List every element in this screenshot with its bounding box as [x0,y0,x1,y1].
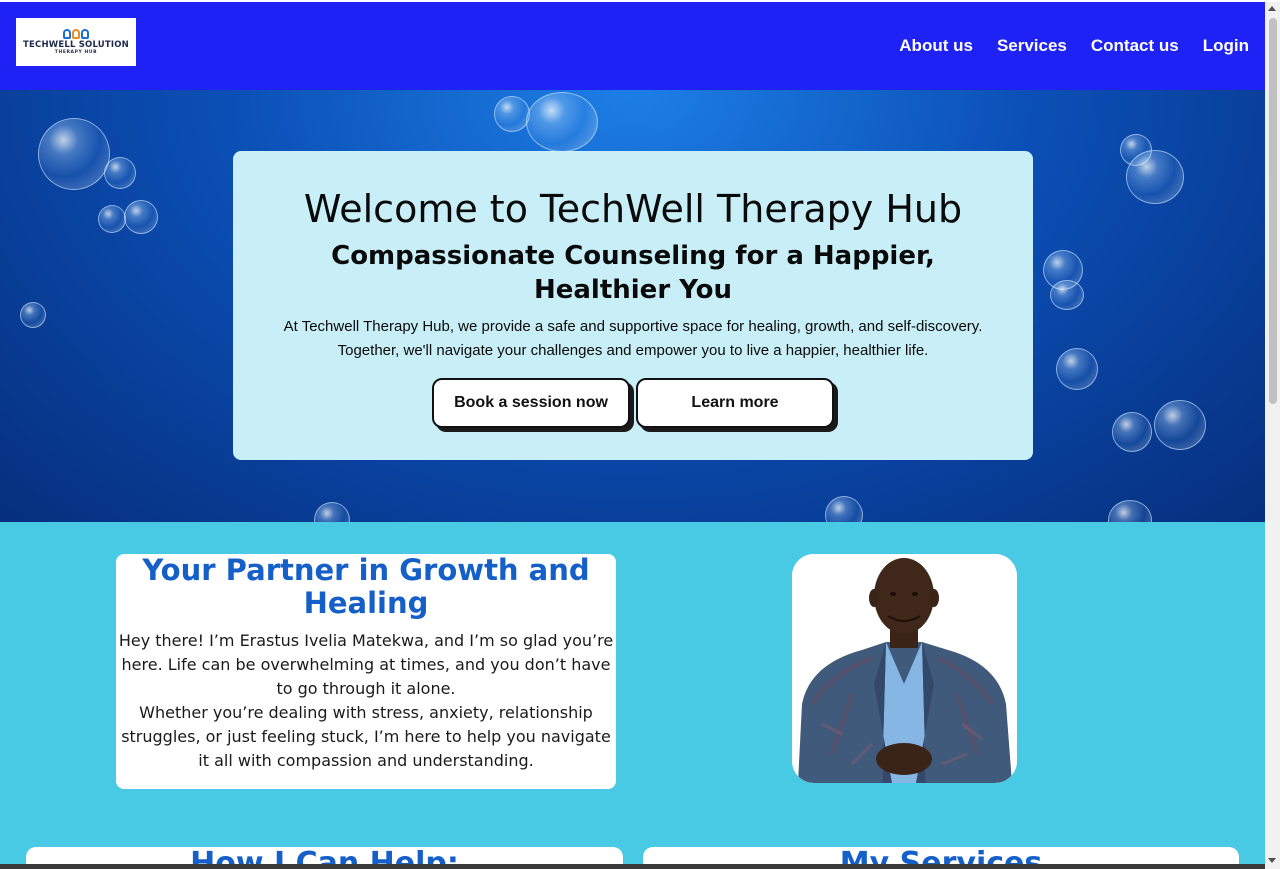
bubble-decoration [1108,500,1152,522]
hero-title: Welcome to TechWell Therapy Hub [303,187,963,231]
bubble-decoration [1154,400,1206,450]
bubble-decoration [1112,412,1152,452]
nav-contact-us[interactable]: Contact us [1091,36,1179,56]
hero-subtitle: Compassionate Counseling for a Happier, … [331,241,935,305]
bubble-decoration [98,205,126,233]
partner-section: Your Partner in Growth and Healing Hey t… [0,522,1265,822]
bubble-decoration [314,502,350,522]
partner-intro-paragraph: Hey there! I’m Erastus Ivelia Matekwa, a… [118,631,614,698]
horizontal-scrollbar[interactable] [0,864,1265,869]
therapist-photo-illustration [792,554,1017,783]
bubble-decoration [104,157,136,189]
hero-buttons: Book a session now Learn more [233,378,1033,428]
bubble-decoration [1056,348,1098,390]
therapist-portrait [792,554,1017,783]
nav-login[interactable]: Login [1203,36,1249,56]
lower-section: How I Can Help: My Services [0,822,1265,869]
site-logo[interactable]: TECHWELL SOLUTION THERAPY HUB [16,18,136,66]
hero-description: At Techwell Therapy Hub, we provide a sa… [283,318,983,359]
partner-text: Hey there! I’m Erastus Ivelia Matekwa, a… [116,629,616,773]
bubble-decoration [38,118,110,190]
bubble-decoration [526,92,598,152]
partner-title: Your Partner in Growth and Healing [142,553,590,620]
scroll-thumb[interactable] [1269,18,1277,404]
hero-section: Welcome to TechWell Therapy Hub Compassi… [0,90,1265,522]
hero-card: Welcome to TechWell Therapy Hub Compassi… [233,151,1033,460]
bubble-decoration [494,96,530,132]
people-logo-icon [63,28,89,39]
book-session-button[interactable]: Book a session now [432,378,630,428]
nav-services[interactable]: Services [997,36,1067,56]
partner-help-paragraph: Whether you’re dealing with stress, anxi… [121,703,611,770]
bubble-decoration [825,496,863,522]
learn-more-button[interactable]: Learn more [636,378,834,428]
bubble-decoration [124,200,158,234]
logo-subtitle: THERAPY HUB [54,49,98,55]
scroll-down-arrow-icon[interactable] [1268,858,1276,863]
bubble-decoration [1050,280,1084,310]
partner-card: Your Partner in Growth and Healing Hey t… [116,554,616,789]
vertical-scrollbar[interactable] [1265,2,1280,869]
logo-title: TECHWELL SOLUTION [23,39,129,50]
bubble-decoration [1126,150,1184,204]
nav-about-us[interactable]: About us [899,36,973,56]
site-header: TECHWELL SOLUTION THERAPY HUB About us S… [0,2,1265,90]
bubble-decoration [20,302,46,328]
main-nav: About us Services Contact us Login [899,36,1249,56]
scroll-up-arrow-icon[interactable] [1268,6,1276,11]
